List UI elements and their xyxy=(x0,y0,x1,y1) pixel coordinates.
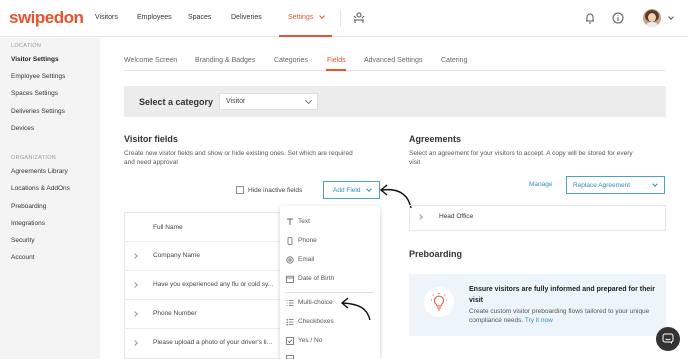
manage-link[interactable]: Manage xyxy=(529,181,553,188)
sidebar-item-deliveries-settings[interactable]: Deliveries Settings xyxy=(11,108,65,115)
sidebar-item-security[interactable]: Security xyxy=(11,237,34,244)
category-label: Select a category xyxy=(139,97,214,107)
more-menu-items-icon xyxy=(286,355,294,359)
preboarding-promo-description: Create custom visitor preboarding flows … xyxy=(469,308,650,324)
text-icon xyxy=(287,218,293,225)
table-row[interactable]: Please upload a photo of your driver's l… xyxy=(153,339,272,346)
list-icon xyxy=(286,300,294,306)
hide-inactive-label: Hide inactive fields xyxy=(248,187,303,194)
swipedon-logo[interactable]: swipedon xyxy=(9,8,84,28)
visitor-fields-description-line1: Create new visitor fields and show or hi… xyxy=(124,150,353,157)
front-desk-icon[interactable] xyxy=(352,11,366,25)
sidebar-item-preboarding[interactable]: Preboarding xyxy=(11,203,46,210)
add-field-label: Add Field xyxy=(333,187,361,194)
agreements-description-line1: Select an agreement for your visitors to… xyxy=(409,150,633,157)
sidebar-item-visitor-settings[interactable]: Visitor Settings xyxy=(11,56,59,63)
tab-categories[interactable]: Categories xyxy=(274,57,308,64)
table-row[interactable]: Have you experienced any flu or cold sy.… xyxy=(153,281,273,288)
visitor-fields-description-line2: and need approval xyxy=(124,159,178,166)
sidebar-item-integrations[interactable]: Integrations xyxy=(11,220,45,227)
nav-divider xyxy=(340,10,341,27)
info-icon[interactable] xyxy=(611,11,625,25)
table-row[interactable]: Phone Number xyxy=(153,310,197,317)
sidebar-item-locations-addons[interactable]: Locations & AddOns xyxy=(11,185,70,192)
user-avatar[interactable] xyxy=(643,9,661,27)
visitor-fields-title: Visitor fields xyxy=(124,134,178,144)
nav-visitors[interactable]: Visitors xyxy=(95,14,118,21)
row-divider xyxy=(124,328,281,329)
nav-deliveries[interactable]: Deliveries xyxy=(231,14,262,21)
tab-active-underline xyxy=(326,69,346,71)
settings-chevron-icon xyxy=(319,13,325,19)
chat-launcher-button[interactable] xyxy=(656,327,680,351)
sidebar-heading-location: LOCATION xyxy=(11,43,42,49)
chevron-down-icon xyxy=(652,181,658,187)
at-icon xyxy=(286,256,294,264)
hide-inactive-checkbox[interactable] xyxy=(236,186,244,194)
lightbulb-icon-circle xyxy=(424,287,454,317)
preboarding-promo-title: Ensure visitors are fully informed and p… xyxy=(469,286,655,304)
nav-settings[interactable]: Settings xyxy=(288,14,313,21)
replace-agreement-button[interactable]: Replace Agreement xyxy=(566,176,665,194)
menu-separator xyxy=(286,292,374,293)
tab-catering[interactable]: Catering xyxy=(441,57,467,64)
top-navigation-bar: swipedon Visitors Employees Spaces Deliv… xyxy=(0,0,688,37)
tab-branding-badges[interactable]: Branding & Badges xyxy=(195,57,255,64)
agreement-name: Head Office xyxy=(439,213,474,220)
calendar-icon xyxy=(286,275,294,283)
try-it-now-link[interactable]: Try it now xyxy=(525,317,553,324)
add-field-button[interactable]: Add Field xyxy=(323,181,380,199)
chat-icon xyxy=(662,333,674,344)
lightbulb-icon xyxy=(431,293,447,311)
sidebar-item-account[interactable]: Account xyxy=(11,254,35,261)
sidebar-heading-organization: ORGANIZATION xyxy=(11,155,57,161)
bell-icon[interactable] xyxy=(583,11,597,25)
checkbox-icon xyxy=(286,337,294,345)
agreements-title: Agreements xyxy=(409,134,462,144)
nav-spaces[interactable]: Spaces xyxy=(188,14,211,21)
account-chevron-icon[interactable] xyxy=(668,14,674,20)
checklist-icon xyxy=(286,318,294,326)
sidebar-item-devices[interactable]: Devices xyxy=(11,125,34,132)
sidebar-item-spaces-settings[interactable]: Spaces Settings xyxy=(11,90,58,97)
settings-sidebar xyxy=(0,38,100,359)
tab-welcome-screen[interactable]: Welcome Screen xyxy=(124,57,177,64)
category-selected-value: Visitor xyxy=(226,98,246,105)
row-divider xyxy=(124,241,281,242)
row-divider xyxy=(124,299,281,300)
agreements-description-line2: visit xyxy=(409,159,421,166)
nav-employees[interactable]: Employees xyxy=(137,14,172,21)
tabs-divider xyxy=(124,70,665,71)
chevron-down-icon xyxy=(304,96,313,105)
preboarding-title: Preboarding xyxy=(409,249,463,259)
category-select[interactable]: Visitor xyxy=(219,93,318,110)
chevron-down-icon xyxy=(366,186,372,192)
sidebar-item-agreements-library[interactable]: Agreements Library xyxy=(11,168,68,175)
row-divider xyxy=(124,270,281,271)
sidebar-item-employee-settings[interactable]: Employee Settings xyxy=(11,73,65,80)
phone-icon xyxy=(287,237,293,245)
tab-advanced-settings[interactable]: Advanced Settings xyxy=(364,57,422,64)
table-header-full-name: Full Name xyxy=(153,224,183,231)
tab-fields[interactable]: Fields xyxy=(327,57,346,64)
annotation-arrow-icon xyxy=(340,297,371,321)
add-field-menu xyxy=(280,206,380,359)
nav-active-underline xyxy=(279,35,332,37)
replace-agreement-label: Replace Agreement xyxy=(573,182,631,189)
table-row[interactable]: Company Name xyxy=(153,252,200,259)
